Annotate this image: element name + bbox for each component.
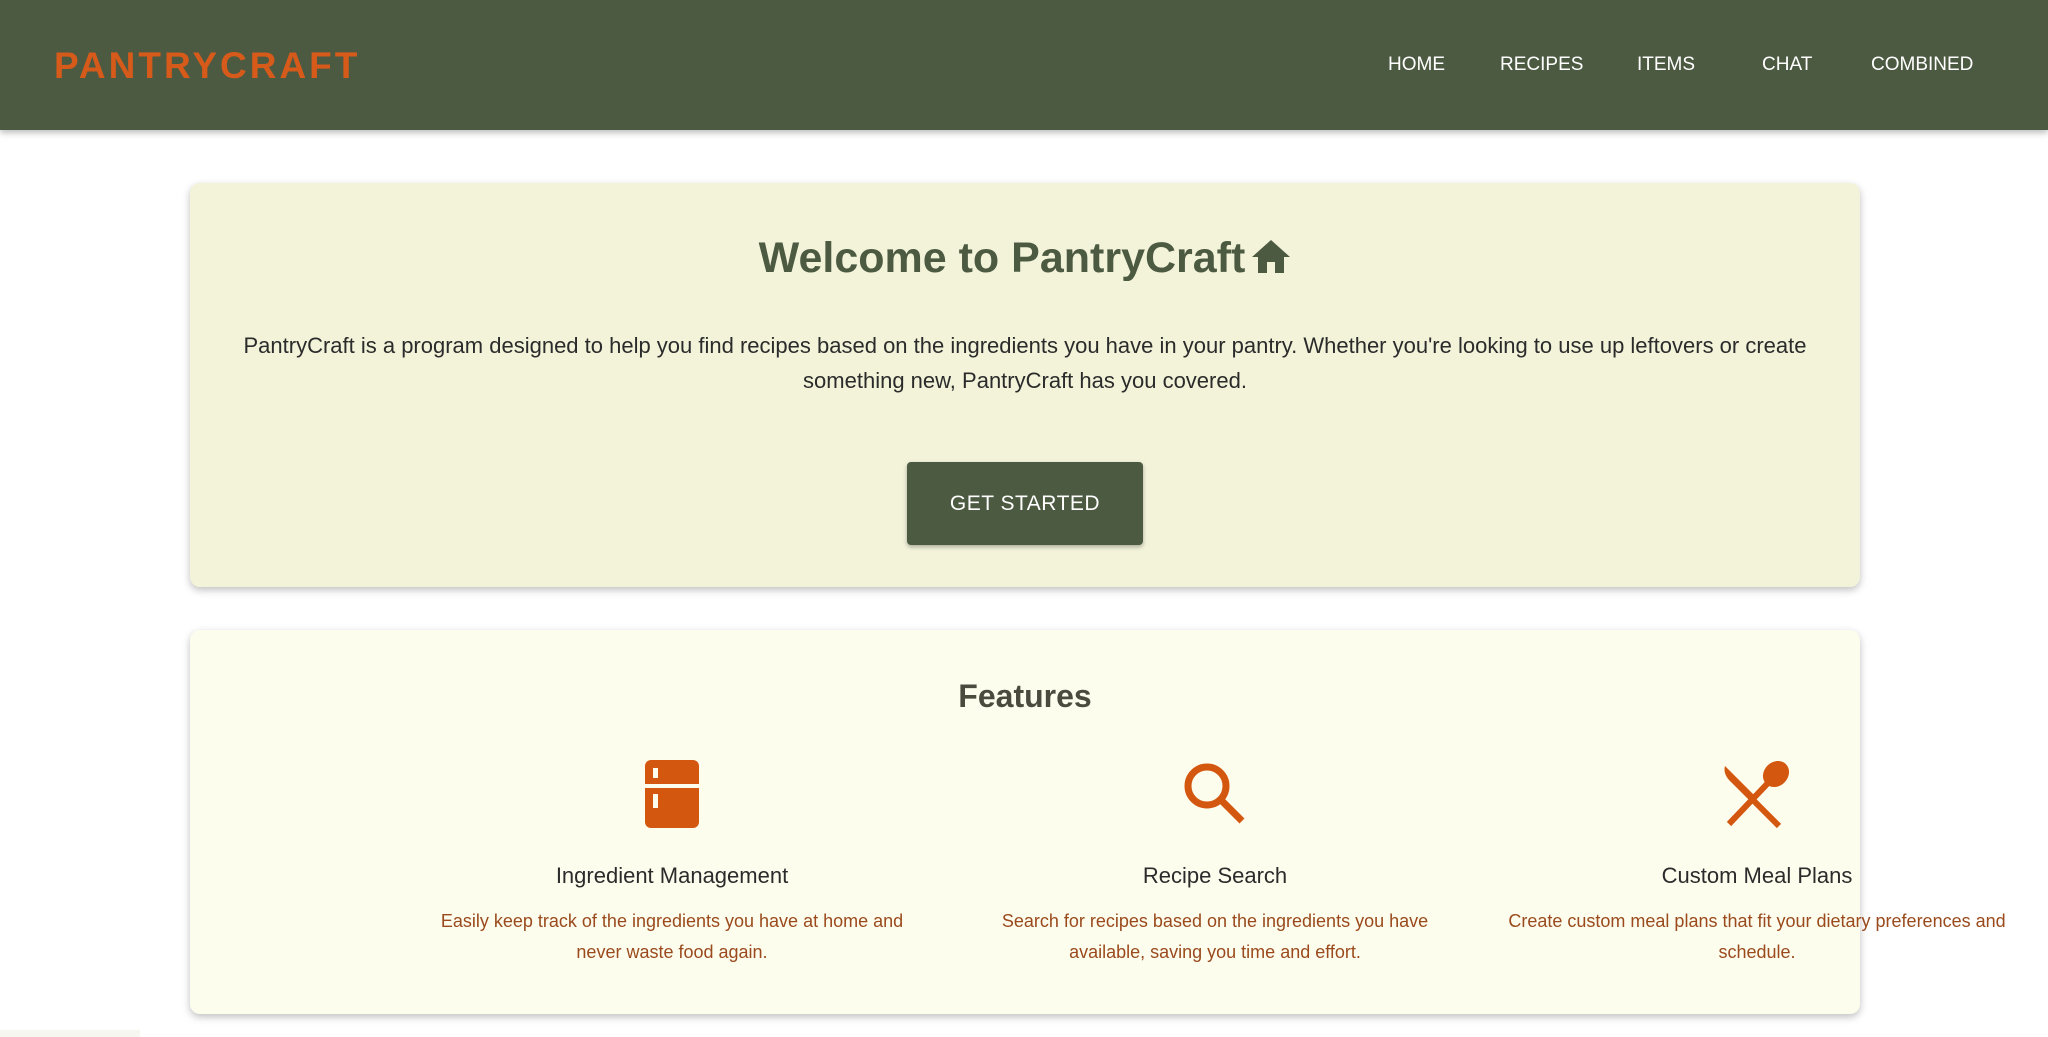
feature-ingredient-management: Ingredient Management Easily keep track …	[422, 758, 922, 968]
feature-description: Create custom meal plans that fit your d…	[1508, 911, 2006, 962]
feature-title: Recipe Search	[1142, 863, 1288, 888]
welcome-card: Welcome to PantryCraft PantryCraft is a …	[190, 183, 1860, 587]
welcome-heading: Welcome to PantryCraft	[190, 231, 1860, 288]
feature-custom-meal-plans: Custom Meal Plans Create custom meal pla…	[1507, 758, 2007, 968]
brand-logo[interactable]: PANTRYCRAFT	[54, 44, 360, 88]
nav-recipes[interactable]: RECIPES	[1500, 52, 1583, 78]
feature-description: Easily keep track of the ingredients you…	[440, 911, 904, 962]
home-icon	[1251, 234, 1291, 288]
features-heading: Features	[958, 678, 1092, 714]
feature-description: Search for recipes based on the ingredie…	[1001, 911, 1429, 962]
search-icon	[1179, 758, 1251, 830]
kitchen-fridge-icon	[636, 758, 708, 830]
nav-chat[interactable]: CHAT	[1762, 52, 1812, 78]
welcome-description: PantryCraft is a program designed to hel…	[243, 333, 1807, 393]
restaurant-utensils-icon	[1721, 758, 1793, 830]
nav-combined[interactable]: COMBINED	[1871, 52, 1973, 78]
feature-title: Custom Meal Plans	[1661, 863, 1853, 888]
get-started-button[interactable]: GET STARTED	[907, 462, 1143, 545]
app-header: PANTRYCRAFT HOME RECIPES ITEMS CHAT COMB…	[0, 0, 2048, 130]
feature-title: Ingredient Management	[555, 863, 789, 888]
nav-home[interactable]: HOME	[1388, 52, 1445, 78]
welcome-title-text: Welcome to PantryCraft	[758, 234, 1246, 282]
page-footer-edge	[0, 1030, 140, 1037]
features-card: Features Ingredient Management Easily ke…	[190, 630, 2006, 1014]
feature-recipe-search: Recipe Search Search for recipes based o…	[965, 758, 1465, 968]
nav-items[interactable]: ITEMS	[1637, 52, 1695, 78]
